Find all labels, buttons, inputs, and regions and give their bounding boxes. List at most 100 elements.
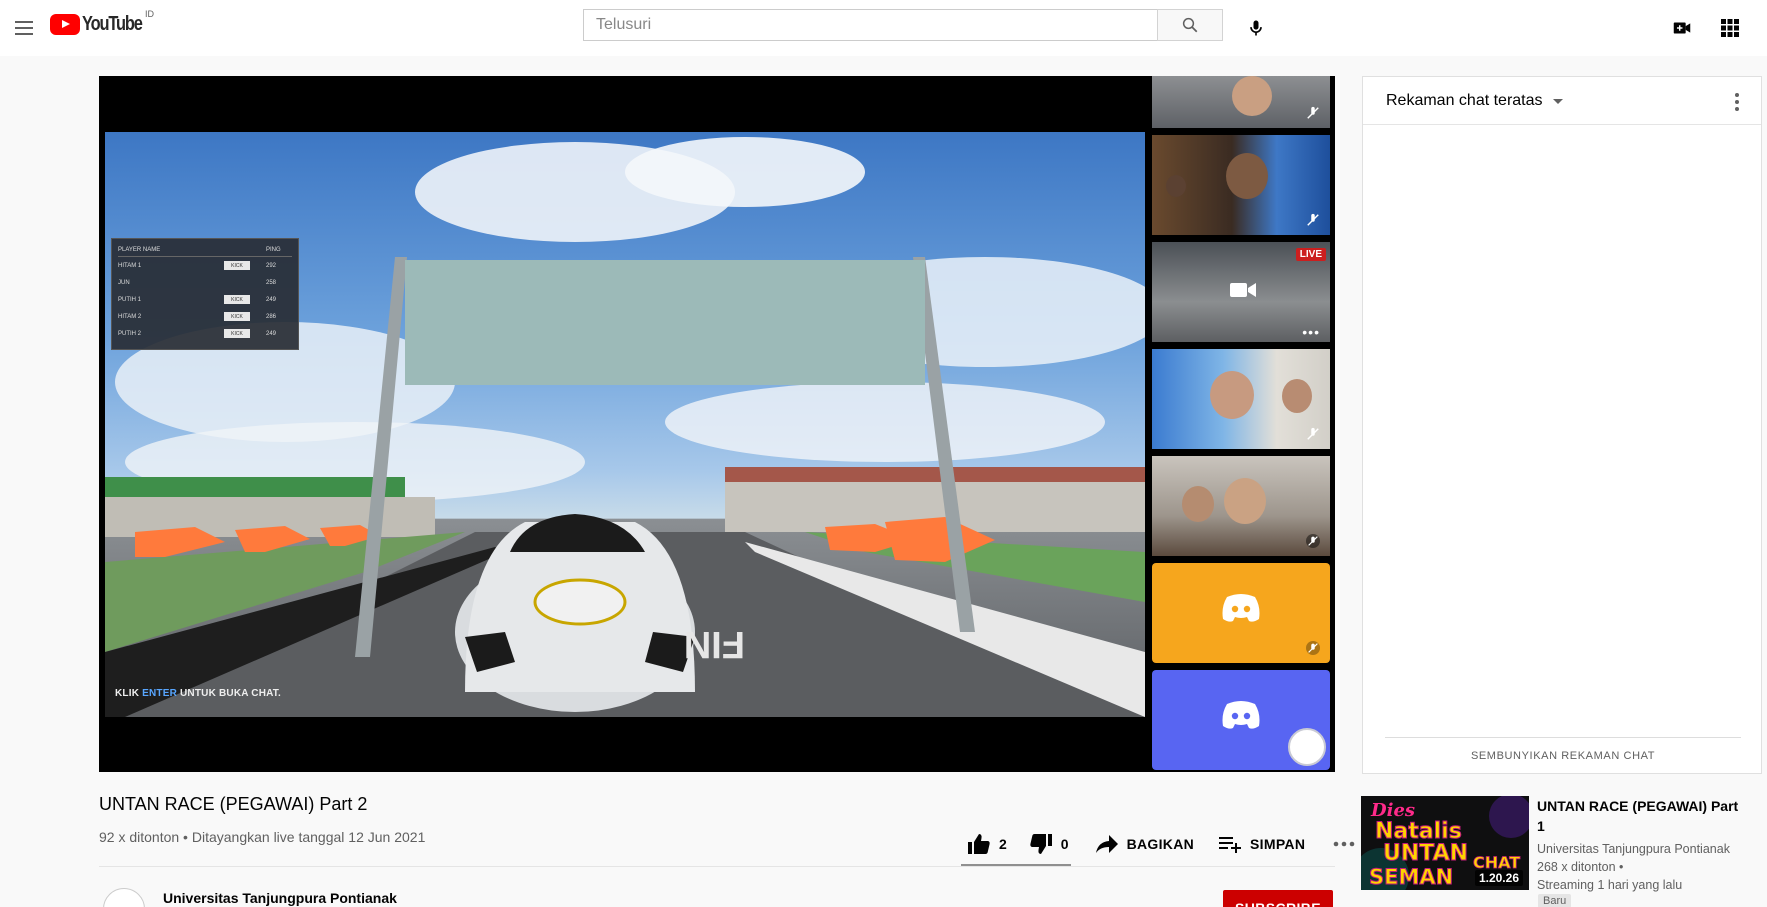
new-badge: Baru bbox=[1538, 894, 1572, 907]
recommended-views: 268 x ditonton • bbox=[1537, 860, 1624, 874]
kick-slot-empty bbox=[224, 278, 250, 287]
like-icon bbox=[968, 834, 990, 854]
scoreboard-row: HITAM 1 KICK 292 bbox=[118, 257, 292, 274]
scoreboard-ping: 249 bbox=[266, 330, 277, 337]
save-label: SIMPAN bbox=[1250, 836, 1306, 852]
discord-icon bbox=[1222, 594, 1260, 622]
scoreboard-player-name: HITAM 2 bbox=[118, 313, 142, 320]
share-button[interactable]: BAGIKAN bbox=[1089, 826, 1200, 862]
save-button[interactable]: SIMPAN bbox=[1212, 826, 1311, 862]
kick-button[interactable]: KICK bbox=[224, 329, 250, 338]
channel-name[interactable]: Universitas Tanjungpura Pontianak bbox=[163, 890, 397, 906]
mic-icon bbox=[1250, 20, 1262, 36]
search-bar bbox=[583, 9, 1223, 41]
participant-tile bbox=[1152, 456, 1330, 556]
chat-hint-key: ENTER bbox=[142, 688, 178, 699]
participant-tile-discord-orange bbox=[1152, 563, 1330, 663]
discord-icon bbox=[1222, 701, 1260, 729]
video-duration: 1.20.26 bbox=[1474, 870, 1523, 886]
mute-icon bbox=[1306, 641, 1320, 655]
video-player[interactable]: FIN PLAYER NAME PING HITAM 1 KICK 292 JU… bbox=[99, 76, 1335, 772]
recommended-thumbnail[interactable]: Dies Natalis UNTAN SEMAN CHAT 1.20.26 bbox=[1361, 796, 1529, 890]
mute-icon bbox=[1307, 106, 1319, 119]
mute-icon bbox=[1307, 213, 1319, 226]
voice-search-button[interactable] bbox=[1236, 8, 1276, 48]
search-icon bbox=[1182, 17, 1198, 33]
menu-icon[interactable] bbox=[4, 8, 44, 48]
save-playlist-icon bbox=[1219, 837, 1242, 853]
scoreboard-ping: 292 bbox=[266, 262, 277, 269]
recommended-channel[interactable]: Universitas Tanjungpura Pontianak bbox=[1537, 840, 1730, 858]
video-actions: 2 0 BAGIKAN SIMPAN bbox=[961, 826, 1361, 862]
recommended-video[interactable]: Dies Natalis UNTAN SEMAN CHAT 1.20.26 UN… bbox=[1361, 796, 1761, 907]
scoreboard-header-name: PLAYER NAME bbox=[118, 246, 161, 253]
scoreboard-player-name: PUTIH 1 bbox=[118, 296, 142, 303]
dislike-icon bbox=[1030, 834, 1052, 854]
chat-scrollbar[interactable] bbox=[1745, 135, 1753, 715]
hide-chat-button[interactable]: SEMBUNYIKAN REKAMAN CHAT bbox=[1385, 737, 1741, 773]
like-count: 2 bbox=[999, 836, 1007, 852]
subscribe-button[interactable]: SUBSCRIBE bbox=[1223, 890, 1333, 907]
scoreboard-player-name: HITAM 1 bbox=[118, 262, 142, 269]
kick-button[interactable]: KICK bbox=[224, 295, 250, 304]
create-button[interactable] bbox=[1662, 8, 1702, 48]
apps-button[interactable] bbox=[1710, 8, 1750, 48]
video-meta: 92 x ditonton • Ditayangkan live tanggal… bbox=[99, 829, 426, 845]
scoreboard-row: PUTIH 2 KICK 249 bbox=[118, 325, 292, 342]
kick-button[interactable]: KICK bbox=[224, 261, 250, 270]
participant-face bbox=[1232, 76, 1272, 116]
participant-tile bbox=[1152, 76, 1330, 128]
like-button[interactable]: 2 bbox=[961, 826, 1013, 862]
country-code: ID bbox=[145, 9, 154, 19]
thumb-text-seman: SEMAN bbox=[1369, 865, 1453, 889]
scoreboard-row: HITAM 2 KICK 286 bbox=[118, 308, 292, 325]
channel-avatar[interactable] bbox=[103, 888, 145, 907]
chat-header[interactable]: Rekaman chat teratas bbox=[1363, 77, 1761, 125]
scoreboard-header: PLAYER NAME PING bbox=[118, 243, 292, 257]
divider bbox=[99, 866, 1335, 867]
kick-button[interactable]: KICK bbox=[224, 312, 250, 321]
participant-face bbox=[1166, 175, 1186, 197]
more-actions-button[interactable] bbox=[1327, 826, 1361, 862]
search-input[interactable] bbox=[583, 9, 1157, 41]
participant-tile bbox=[1152, 349, 1330, 449]
chat-hint: KLIK ENTER UNTUK BUKA CHAT. bbox=[115, 688, 281, 699]
scoreboard-row: PUTIH 1 KICK 249 bbox=[118, 291, 292, 308]
svg-text:FIN: FIN bbox=[684, 623, 745, 665]
live-badge: LIVE bbox=[1295, 248, 1326, 261]
share-label: BAGIKAN bbox=[1126, 836, 1195, 852]
participant-tile bbox=[1152, 135, 1330, 235]
participant-tile-live: LIVE ••• bbox=[1152, 242, 1330, 342]
camera-icon bbox=[1230, 283, 1256, 297]
more-icon[interactable]: ••• bbox=[1302, 325, 1320, 339]
chat-hint-suffix: UNTUK BUKA CHAT. bbox=[180, 688, 281, 699]
chat-replay-panel: Rekaman chat teratas SEMBUNYIKAN REKAMAN… bbox=[1362, 76, 1762, 774]
university-crest-icon bbox=[1288, 728, 1326, 766]
scoreboard-player-name: JUN bbox=[118, 279, 130, 286]
mute-icon bbox=[1306, 534, 1320, 548]
share-icon bbox=[1095, 835, 1118, 853]
participant-face bbox=[1282, 379, 1312, 413]
create-video-icon bbox=[1673, 22, 1691, 34]
participant-face bbox=[1226, 153, 1268, 199]
scoreboard-ping: 249 bbox=[266, 296, 277, 303]
chat-header-label: Rekaman chat teratas bbox=[1386, 91, 1543, 109]
kebab-icon[interactable] bbox=[1735, 93, 1739, 111]
scoreboard-ping: 258 bbox=[266, 279, 277, 286]
search-button[interactable] bbox=[1157, 9, 1223, 41]
more-icon bbox=[1333, 841, 1355, 847]
scoreboard-header-spacer bbox=[224, 245, 250, 254]
recommended-title[interactable]: UNTAN RACE (PEGAWAI) Part 1 bbox=[1537, 796, 1747, 836]
dislike-count: 0 bbox=[1060, 836, 1069, 852]
masthead: YouTube ID bbox=[0, 0, 1767, 56]
play-logo-icon bbox=[50, 13, 80, 35]
dislike-button[interactable]: 0 bbox=[1023, 826, 1075, 862]
race-scene: FIN bbox=[105, 137, 1145, 717]
caret-down-icon bbox=[1552, 99, 1563, 104]
scoreboard-ping: 286 bbox=[266, 313, 277, 320]
youtube-logo[interactable]: YouTube ID bbox=[50, 9, 155, 36]
participant-face bbox=[1182, 486, 1214, 522]
mute-icon bbox=[1307, 427, 1319, 440]
thumb-text-untan: UNTAN bbox=[1383, 841, 1468, 866]
apps-icon bbox=[1721, 19, 1739, 37]
